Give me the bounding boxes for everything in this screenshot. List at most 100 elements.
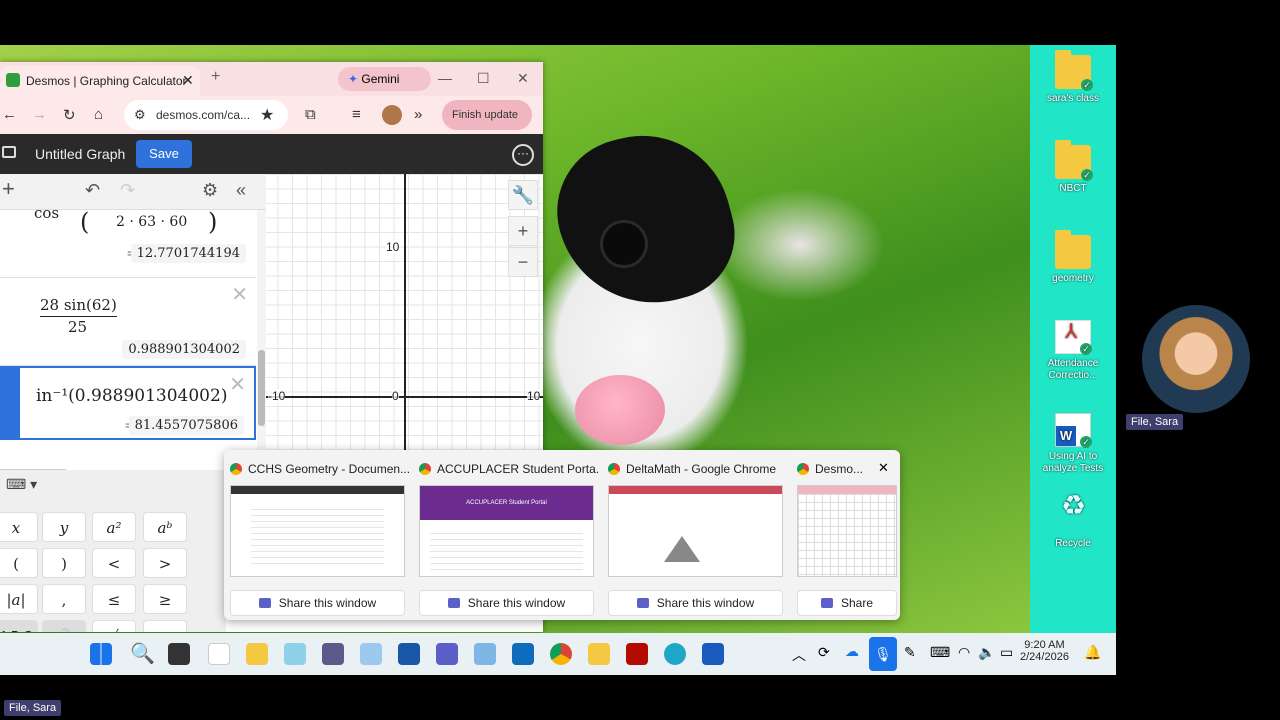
key-comma[interactable]: , <box>42 584 86 614</box>
key-a-squared[interactable]: a² <box>92 512 136 542</box>
close-share-picker-icon[interactable]: ✕ <box>878 460 889 476</box>
home-icon[interactable]: ⌂ <box>94 106 103 123</box>
share-this-window-button[interactable]: Share this window <box>608 590 783 616</box>
key-audio-icon[interactable]: 🔊 <box>42 620 86 632</box>
graph-settings-wrench-icon[interactable]: 🔧 <box>508 180 538 210</box>
share-this-window-button[interactable]: Share this window <box>230 590 405 616</box>
key-geq[interactable]: ≥ <box>143 584 187 614</box>
window-thumbnail[interactable]: ACCUPLACER Student Portal <box>419 485 594 577</box>
microphone-icon[interactable]: 🎙 <box>869 637 897 671</box>
desktop-icon-saras-class[interactable]: ✓ sara's class <box>1032 50 1114 105</box>
sync-icon[interactable]: ⟳ <box>818 644 830 661</box>
system-clock[interactable]: 9:20 AM 2/24/2026 <box>1020 639 1069 663</box>
share-window-button[interactable]: Share <box>797 590 897 616</box>
desktop-icon-recycle[interactable]: Recycle <box>1032 500 1114 550</box>
battery-icon[interactable]: ▭ <box>1000 644 1013 661</box>
key-a-power-b[interactable]: aᵇ <box>143 512 187 542</box>
zoom-out-icon[interactable]: − <box>508 247 538 277</box>
desktop-icon-nbct[interactable]: ✓ NBCT <box>1032 140 1114 195</box>
reload-icon[interactable]: ↻ <box>63 106 76 124</box>
desktop-icon-geometry[interactable]: geometry <box>1032 230 1114 285</box>
more-options-icon[interactable]: ··· <box>512 144 534 166</box>
bookmark-star-icon[interactable]: ★ <box>260 105 274 125</box>
collapse-list-icon[interactable]: « <box>236 180 246 201</box>
chevron-up-icon[interactable]: ︿ <box>792 645 806 665</box>
add-item-icon[interactable]: + <box>2 176 15 202</box>
volume-icon[interactable]: 🔈 <box>978 644 995 661</box>
participant-video[interactable] <box>1142 305 1250 413</box>
calculator-app-icon[interactable] <box>360 643 382 665</box>
maximize-icon[interactable]: ☐ <box>477 70 490 87</box>
key-greater-than[interactable]: > <box>143 548 187 578</box>
graph-paper[interactable]: 10 -10 0 10 🔧 + − <box>266 174 543 474</box>
notification-bell-icon[interactable]: 🔔 <box>1084 644 1101 661</box>
keyboard-tray-icon[interactable]: ⌨ <box>930 644 950 661</box>
open-graph-folder-icon[interactable] <box>2 146 16 158</box>
edge-icon[interactable] <box>664 643 686 665</box>
task-view-icon[interactable] <box>168 643 190 665</box>
extensions-icon[interactable]: ⧉ <box>305 106 316 123</box>
key-leq[interactable]: ≤ <box>92 584 136 614</box>
key-sqrt[interactable]: √ <box>92 620 136 632</box>
share-this-window-button[interactable]: Share this window <box>419 590 594 616</box>
expression-scrollbar[interactable] <box>257 210 266 472</box>
back-icon[interactable]: ← <box>2 106 17 123</box>
site-info-icon[interactable]: ⚙ <box>134 107 146 123</box>
scrollbar-thumb[interactable] <box>258 350 265 426</box>
expression-row[interactable]: cos ( 2 · 63 · 60 ) = 12.7701744194 <box>0 204 256 278</box>
wifi-icon[interactable]: ◠ <box>958 644 970 661</box>
file-explorer-icon[interactable] <box>588 643 610 665</box>
key-close-paren[interactable]: ) <box>42 548 86 578</box>
search-icon[interactable]: 🔍 <box>130 641 155 666</box>
key-abs[interactable]: |a| <box>0 584 38 614</box>
word-taskbar-icon[interactable] <box>702 643 724 665</box>
expression-row-active[interactable]: in⁻¹(0.988901304002) ✕ = 81.4557075806 <box>0 366 256 440</box>
snipping-tool-icon[interactable] <box>284 643 306 665</box>
photos-app-icon[interactable] <box>322 643 344 665</box>
save-button[interactable]: Save <box>136 140 192 168</box>
desktop-icon-using-ai[interactable]: ✓ Using AI to analyze Tests <box>1032 413 1114 475</box>
close-window-icon[interactable]: ✕ <box>517 70 529 87</box>
redo-icon[interactable]: ↷ <box>120 180 135 201</box>
expression-row[interactable]: 28 sin(62) 25 ✕ = 0.988901304002 <box>0 278 256 366</box>
outlook-icon[interactable] <box>512 643 534 665</box>
key-x[interactable]: x <box>0 512 38 542</box>
graph-title[interactable]: Untitled Graph <box>35 146 125 162</box>
forward-icon[interactable]: → <box>32 106 47 123</box>
key-abc[interactable]: A B C <box>0 620 38 632</box>
delete-expression-icon[interactable]: ✕ <box>231 282 248 307</box>
settings-gear-icon[interactable]: ⚙ <box>202 180 218 201</box>
tab-close-icon[interactable]: ✕ <box>182 72 194 89</box>
pen-icon[interactable]: ✎ <box>904 644 916 661</box>
key-less-than[interactable]: < <box>92 548 136 578</box>
teams-taskbar-icon[interactable] <box>436 643 458 665</box>
zoom-in-icon[interactable]: + <box>508 216 538 246</box>
minimize-icon[interactable]: — <box>438 70 452 86</box>
desktop-icon-attendance[interactable]: ✓ Attendance Correctio... <box>1032 320 1114 382</box>
key-pi[interactable]: π <box>143 620 187 632</box>
more-chevron-icon[interactable]: » <box>414 106 422 123</box>
shield-app-icon[interactable] <box>246 643 268 665</box>
key-open-paren[interactable]: ( <box>0 548 38 578</box>
window-thumbnail[interactable] <box>797 485 897 577</box>
window-thumbnail[interactable] <box>608 485 783 577</box>
keyboard-toggle[interactable]: ⌨ ▾ <box>0 469 66 499</box>
acrobat-icon[interactable] <box>626 643 648 665</box>
file-icon[interactable] <box>208 643 230 665</box>
onedrive-icon[interactable]: ☁ <box>845 643 859 660</box>
reading-list-icon[interactable]: ≡ <box>352 106 361 123</box>
profile-avatar[interactable] <box>382 105 402 125</box>
undo-icon[interactable]: ↶ <box>85 180 100 201</box>
finish-update-button[interactable]: Finish update ⋮ <box>442 100 532 151</box>
key-y[interactable]: y <box>42 512 86 542</box>
new-tab-icon[interactable]: + <box>211 68 220 86</box>
tab-desmos[interactable]: Desmos | Graphing Calculator ✕ <box>0 66 200 96</box>
gemini-button[interactable]: ✦ Gemini <box>338 67 431 91</box>
teams-meeting-icon[interactable] <box>474 643 496 665</box>
chrome-taskbar-icon[interactable] <box>550 643 572 665</box>
defender-icon[interactable] <box>398 643 420 665</box>
start-windows-icon[interactable] <box>90 643 112 665</box>
window-thumbnail[interactable] <box>230 485 405 577</box>
address-bar[interactable]: ⚙ desmos.com/ca... ★ <box>124 100 288 130</box>
delete-expression-icon[interactable]: ✕ <box>229 372 246 397</box>
